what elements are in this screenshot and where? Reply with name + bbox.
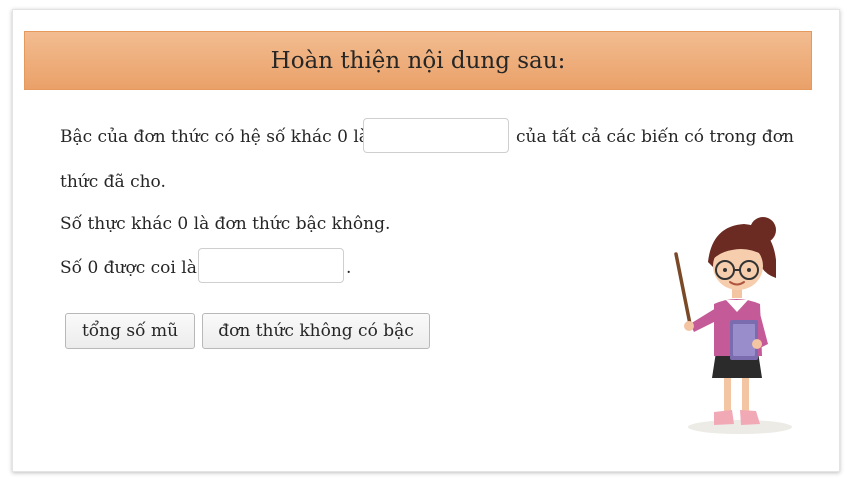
answer-blank-2[interactable] [198,248,344,283]
sentence2: Số thực khác 0 là đơn thức bậc không. [60,214,391,234]
page-title: Hoàn thiện nội dung sau: [270,47,566,74]
sentence1-part3: thức đã cho. [60,172,166,192]
answer-blank-1[interactable] [363,118,509,153]
option-don-thuc-khong-co-bac-button[interactable]: đơn thức không có bậc [202,313,430,349]
sentence1-part1: Bậc của đơn thức có hệ số khác 0 là [60,127,369,147]
sentence3-part1: Số 0 được coi là [60,258,197,278]
option-tong-so-mu-button[interactable]: tổng số mũ [65,313,195,349]
sentence3-period: . [346,258,352,278]
teacher-with-pointer-icon [674,217,792,434]
sentence1-part2: của tất cả các biến có trong đơn [516,127,794,147]
title-bar: Hoàn thiện nội dung sau: [24,31,812,90]
